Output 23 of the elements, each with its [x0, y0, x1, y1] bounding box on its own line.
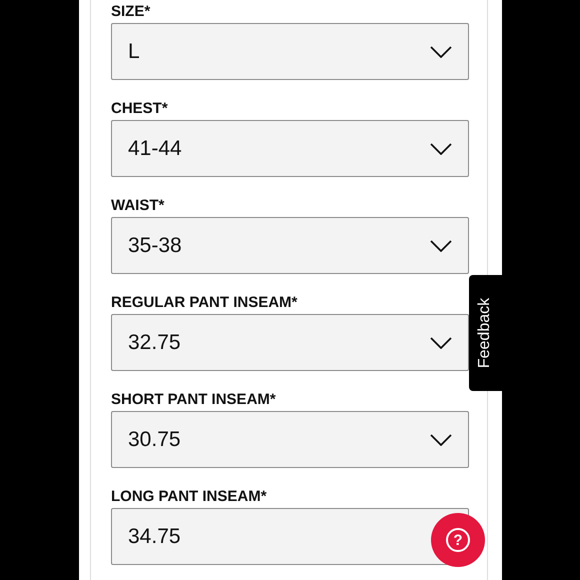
field-label: REGULAR PANT INSEAM*: [111, 294, 298, 312]
select-field[interactable]: 30.75: [111, 411, 469, 468]
chevron-down-icon: [430, 240, 452, 252]
select-value: 34.75: [128, 524, 181, 548]
field-label: SHORT PANT INSEAM*: [111, 391, 277, 409]
field-label: SIZE*: [111, 3, 152, 21]
chevron-down-icon: [430, 434, 452, 446]
field-label: CHEST*: [111, 100, 169, 118]
chevron-down-icon: [430, 336, 452, 348]
feedback-tab[interactable]: Feedback: [469, 275, 502, 391]
select-field[interactable]: 35-38: [111, 217, 469, 274]
select-value: 32.75: [128, 330, 181, 354]
chevron-down-icon: [430, 46, 452, 58]
select-field[interactable]: 32.75: [111, 314, 469, 371]
select-value: 41-44: [128, 136, 182, 160]
select-field[interactable]: 41-44: [111, 120, 469, 177]
select-value: L: [128, 40, 140, 64]
select-field[interactable]: L: [111, 23, 469, 80]
field-label: WAIST*: [111, 197, 166, 215]
field-label: LONG PANT INSEAM*: [111, 488, 268, 506]
select-value: 30.75: [128, 428, 181, 452]
select-value: 35-38: [128, 234, 182, 258]
chevron-down-icon: [430, 142, 452, 154]
